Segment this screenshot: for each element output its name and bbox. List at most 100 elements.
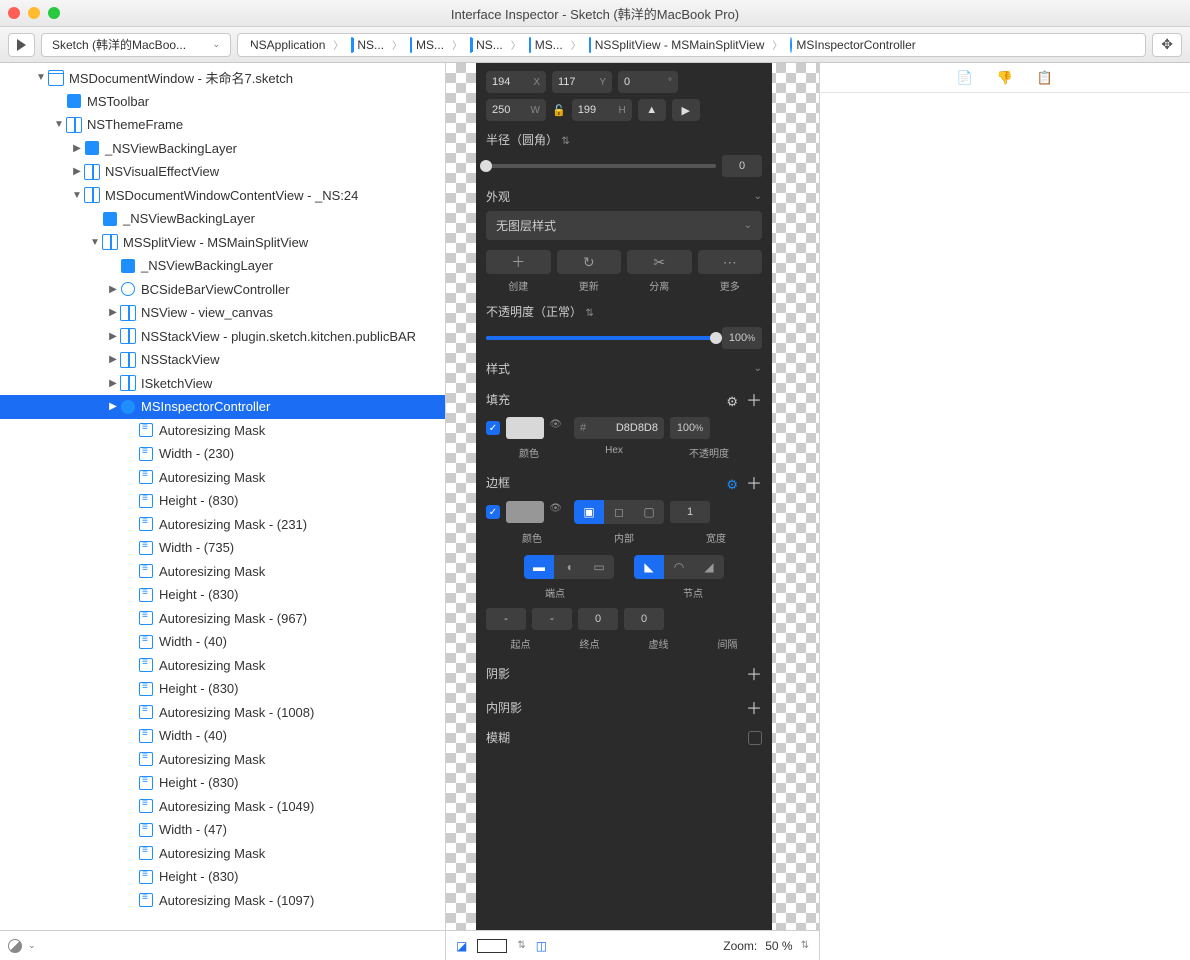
fill-hex-input[interactable]: # D8D8D8	[574, 417, 664, 439]
cap-butt-icon[interactable]: ▬	[524, 555, 554, 579]
tree-row[interactable]: Autoresizing Mask - (967)	[0, 607, 445, 631]
disclosure-triangle-icon[interactable]: ▼	[52, 119, 66, 130]
blur-toggle[interactable]	[748, 731, 762, 745]
tree-row[interactable]: ▼NSThemeFrame	[0, 113, 445, 137]
disclosure-triangle-icon[interactable]: ▶	[106, 401, 120, 412]
border-start-input[interactable]: -	[486, 608, 526, 630]
tree-row[interactable]: ▶_NSViewBackingLayer	[0, 137, 445, 161]
stepper-icon[interactable]: ⇅	[585, 308, 593, 319]
breadcrumb-item[interactable]: NSSplitView - MSMainSplitView	[581, 34, 773, 56]
rotation-input[interactable]: 0°	[618, 71, 678, 93]
add-fill-button[interactable]: ＋	[746, 393, 762, 410]
border-enabled-checkbox[interactable]: ✓	[486, 505, 500, 519]
tree-row[interactable]: ▶ISketchView	[0, 372, 445, 396]
tree-row[interactable]: ▼MSDocumentWindow - 未命名7.sketch	[0, 66, 445, 90]
minimize-window-button[interactable]	[28, 7, 40, 19]
dropdown-caret-icon[interactable]: ⌄	[28, 940, 36, 951]
border-center-icon[interactable]: ◻	[604, 500, 634, 524]
disclosure-triangle-icon[interactable]: ▶	[106, 331, 120, 342]
update-style-button[interactable]: ↻	[557, 250, 622, 274]
tree-row[interactable]: _NSViewBackingLayer	[0, 207, 445, 231]
tree-row[interactable]: Autoresizing Mask	[0, 748, 445, 772]
flip-vertical-button[interactable]: ▶	[672, 99, 700, 121]
layer-style-select[interactable]: 无图层样式⌄	[486, 211, 762, 240]
tree-row[interactable]: MSToolbar	[0, 90, 445, 114]
tree-row[interactable]: Height - (830)	[0, 583, 445, 607]
add-shadow-button[interactable]: ＋	[746, 661, 762, 685]
style-title[interactable]: 样式⌄	[486, 360, 762, 377]
view-hierarchy-tree[interactable]: ▼MSDocumentWindow - 未命名7.sketchMSToolbar…	[0, 63, 445, 930]
disclosure-triangle-icon[interactable]: ▶	[106, 354, 120, 365]
fill-enabled-checkbox[interactable]: ✓	[486, 421, 500, 435]
tree-row[interactable]: Width - (47)	[0, 818, 445, 842]
lock-aspect-icon[interactable]: 🔓	[552, 104, 566, 117]
disclosure-triangle-icon[interactable]: ▶	[106, 378, 120, 389]
artboard-nav-icon[interactable]: ◪	[456, 939, 467, 953]
zoom-window-button[interactable]	[48, 7, 60, 19]
tree-row[interactable]: ▶NSStackView - plugin.sketch.kitchen.pub…	[0, 325, 445, 349]
tree-row[interactable]: Autoresizing Mask - (1049)	[0, 795, 445, 819]
join-miter-icon[interactable]: ◣	[634, 555, 664, 579]
tree-row[interactable]: Autoresizing Mask - (1008)	[0, 701, 445, 725]
tree-row[interactable]: _NSViewBackingLayer	[0, 254, 445, 278]
more-style-button[interactable]: ⋯	[698, 250, 763, 274]
height-input[interactable]: 199H	[572, 99, 632, 121]
disclosure-triangle-icon[interactable]: ▶	[70, 143, 84, 154]
tree-row[interactable]: ▶MSInspectorController	[0, 395, 445, 419]
opacity-value-input[interactable]: 100%	[722, 327, 762, 349]
border-end-input[interactable]: -	[532, 608, 572, 630]
disclosure-triangle-icon[interactable]: ▼	[88, 237, 102, 248]
breadcrumb-item[interactable]: NSApplication	[238, 34, 333, 56]
fill-color-swatch[interactable]	[506, 417, 544, 439]
tree-row[interactable]: Autoresizing Mask - (231)	[0, 513, 445, 537]
play-button[interactable]	[8, 33, 35, 57]
tree-row[interactable]: Width - (40)	[0, 724, 445, 748]
breadcrumb-item[interactable]: MS...	[402, 34, 452, 56]
disclosure-triangle-icon[interactable]: ▶	[106, 284, 120, 295]
appearance-title[interactable]: 外观⌄	[486, 188, 762, 205]
tree-row[interactable]: Autoresizing Mask - (1097)	[0, 889, 445, 913]
breadcrumb-item[interactable]: MSInspectorController	[782, 34, 923, 56]
join-round-icon[interactable]: ◠	[664, 555, 694, 579]
radius-slider[interactable]	[486, 164, 716, 168]
canvas-swatch[interactable]	[477, 939, 507, 953]
stepper-icon[interactable]: ⇅	[517, 940, 525, 951]
inner-shadow-section-title[interactable]: 内阴影＋	[486, 695, 762, 719]
tree-row[interactable]: Width - (40)	[0, 630, 445, 654]
disclosure-triangle-icon[interactable]: ▶	[70, 166, 84, 177]
gear-icon[interactable]: ⚙	[726, 394, 738, 409]
width-input[interactable]: 250W	[486, 99, 546, 121]
disclosure-triangle-icon[interactable]: ▼	[70, 190, 84, 201]
tree-row[interactable]: ▶NSVisualEffectView	[0, 160, 445, 184]
fill-opacity-input[interactable]: 100%	[670, 417, 710, 439]
gear-icon[interactable]: ⚙	[726, 477, 738, 492]
tree-row[interactable]: ▶NSStackView	[0, 348, 445, 372]
flip-horizontal-button[interactable]: ▲	[638, 99, 666, 121]
tree-row[interactable]: Height - (830)	[0, 771, 445, 795]
tree-row[interactable]: Autoresizing Mask	[0, 560, 445, 584]
tree-row[interactable]: Autoresizing Mask	[0, 654, 445, 678]
tree-row[interactable]: ▼MSSplitView - MSMainSplitView	[0, 231, 445, 255]
tab-file-icon[interactable]: 📄	[957, 70, 973, 86]
tab-notes-icon[interactable]: 📋	[1037, 70, 1053, 86]
join-bevel-icon[interactable]: ◢	[694, 555, 724, 579]
blur-section-title[interactable]: 模糊	[486, 729, 762, 746]
layer-nav-icon[interactable]: ◫	[536, 939, 547, 953]
tree-row[interactable]: Height - (830)	[0, 489, 445, 513]
breadcrumb-item[interactable]: NS...	[462, 34, 511, 56]
x-input[interactable]: 194X	[486, 71, 546, 93]
detach-style-button[interactable]: ✂	[627, 250, 692, 274]
create-style-button[interactable]: ＋	[486, 250, 551, 274]
border-dash-input[interactable]: 0	[578, 608, 618, 630]
tree-row[interactable]: Height - (830)	[0, 677, 445, 701]
y-input[interactable]: 117Y	[552, 71, 612, 93]
border-color-swatch[interactable]	[506, 501, 544, 523]
tree-row[interactable]: Autoresizing Mask	[0, 466, 445, 490]
close-window-button[interactable]	[8, 7, 20, 19]
tree-row[interactable]: Width - (230)	[0, 442, 445, 466]
tree-row[interactable]: ▶NSView - view_canvas	[0, 301, 445, 325]
radius-value-input[interactable]: 0	[722, 155, 762, 177]
breadcrumb-item[interactable]: MS...	[521, 34, 571, 56]
line-cap-segmented[interactable]: ▬ ◖ ▭	[524, 555, 614, 579]
tree-row[interactable]: Width - (735)	[0, 536, 445, 560]
